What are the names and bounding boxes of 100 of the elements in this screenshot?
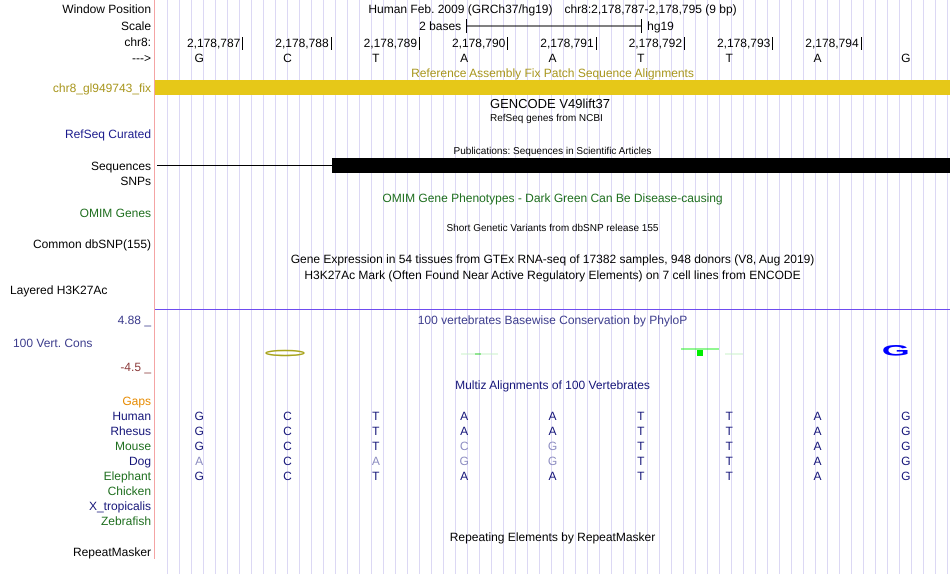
- ruler-position: 2,178,793: [716, 37, 774, 50]
- axis-min-label: -4.5 _: [120, 360, 151, 376]
- aligned-base: T: [371, 468, 380, 482]
- aligned-base: T: [371, 424, 380, 438]
- ruler-position: 2,178,792: [628, 37, 685, 50]
- track-label: Gaps: [122, 394, 151, 408]
- reference-base: C: [282, 50, 293, 64]
- aligned-base: T: [724, 468, 734, 482]
- aligned-base: G: [900, 468, 912, 482]
- aligned-base: A: [812, 424, 822, 438]
- aligned-base: G: [193, 408, 205, 422]
- scale-text: 2 bases: [419, 18, 462, 32]
- aligned-base: A: [547, 424, 558, 438]
- track-label: RefSeq Curated: [64, 126, 151, 140]
- aligned-base: T: [724, 454, 734, 468]
- track-title: OMIM Gene Phenotypes - Dark Green Can Be Disease-causing: [382, 190, 723, 204]
- aligned-base: G: [900, 454, 912, 468]
- aligned-base: C: [282, 454, 293, 468]
- axis-max-label: 4.88 _: [118, 313, 151, 327]
- aligned-base: A: [194, 454, 204, 468]
- aligned-base: G: [900, 438, 912, 452]
- reference-base: A: [459, 50, 470, 64]
- track-title: Repeating Elements by RepeatMasker: [450, 530, 656, 544]
- aligned-base: A: [812, 408, 822, 422]
- species-label: Dog: [128, 454, 151, 468]
- track-title: Short Genetic Variants from dbSNP release 155: [446, 222, 658, 234]
- reference-base: T: [636, 50, 646, 64]
- row-label: Window Position: [62, 2, 151, 16]
- sequence-logo-letter: G: [882, 345, 910, 357]
- aligned-base: A: [812, 438, 822, 452]
- species-label: Rhesus: [110, 424, 151, 438]
- track-title: Reference Assembly Fix Patch Sequence Alignments: [411, 66, 694, 80]
- aligned-base: T: [724, 408, 734, 422]
- reference-base: T: [724, 50, 734, 64]
- aligned-base: G: [193, 468, 205, 482]
- aligned-base: T: [636, 424, 646, 438]
- track-label: chr8_gl949743_fix: [52, 80, 151, 94]
- track-title: GENCODE V49lift37: [490, 96, 610, 111]
- aligned-base: G: [546, 438, 558, 452]
- reference-base: A: [812, 50, 822, 64]
- aligned-base: T: [371, 438, 380, 452]
- reference-base: A: [547, 50, 558, 64]
- scale-assembly: hg19: [647, 18, 674, 32]
- species-label: Chicken: [108, 484, 151, 498]
- track-label: RepeatMasker: [72, 545, 151, 559]
- aligned-base: G: [193, 424, 205, 438]
- track-label: OMIM Genes: [80, 206, 151, 220]
- species-label: Elephant: [104, 468, 151, 482]
- species-label: Zebrafish: [100, 514, 151, 528]
- species-label: X_tropicalis: [88, 498, 151, 512]
- track-title: 100 vertebrates Basewise Conservation by PhyloP: [418, 313, 688, 327]
- track-label: Sequences: [90, 158, 151, 172]
- reference-base: G: [193, 50, 205, 64]
- aligned-base: A: [459, 424, 470, 438]
- ruler-position: 2,178,791: [540, 37, 597, 50]
- species-label: Mouse: [114, 438, 151, 452]
- track-title: Gene Expression in 54 tissues from GTEx RNA-seq of 17382 samples, 948 donors (V8, Aug 2019): [290, 252, 814, 266]
- aligned-base: T: [636, 468, 646, 482]
- ruler-position: 2,178,788: [275, 37, 332, 50]
- track-title: Multiz Alignments of 100 Vertebrates: [455, 378, 650, 392]
- aligned-base: T: [636, 438, 646, 452]
- row-label: Scale: [120, 18, 151, 32]
- aligned-base: T: [724, 438, 734, 452]
- track-label: 100 Vert. Cons: [12, 335, 94, 350]
- aligned-base: A: [459, 408, 470, 422]
- aligned-base: T: [724, 424, 734, 438]
- track-title: H3K27Ac Mark (Often Found Near Active Regulatory Elements) on 7 cell lines from ENCODE: [304, 268, 801, 282]
- track-label: Common dbSNP(155): [32, 237, 151, 251]
- species-label: Human: [112, 408, 151, 422]
- aligned-base: C: [282, 468, 293, 482]
- reference-base: T: [371, 50, 380, 64]
- aligned-base: G: [546, 454, 558, 468]
- aligned-base: T: [371, 408, 380, 422]
- ruler-position: 2,178,794: [805, 37, 862, 50]
- ruler-position: 2,178,787: [186, 37, 244, 50]
- aligned-base: C: [282, 424, 293, 438]
- aligned-base: G: [193, 438, 205, 452]
- aligned-base: A: [812, 468, 822, 482]
- aligned-base: A: [547, 408, 558, 422]
- track-title: Publications: Sequences in Scientific Articles: [454, 146, 652, 158]
- track-label: Layered H3K27Ac: [9, 282, 108, 296]
- position-text: chr8:2,178,787-2,178,795 (9 bp): [564, 2, 737, 16]
- aligned-base: C: [282, 438, 293, 452]
- aligned-base: C: [458, 438, 470, 452]
- ruler-position: 2,178,790: [452, 37, 508, 50]
- reference-base: G: [900, 50, 912, 64]
- ruler-position: 2,178,789: [364, 37, 420, 50]
- aligned-base: T: [636, 408, 646, 422]
- assembly-title: Human Feb. 2009 (GRCh37/hg19): [368, 2, 552, 16]
- track-label: SNPs: [120, 174, 151, 188]
- aligned-base: T: [636, 454, 646, 468]
- track-subtitle: RefSeq genes from NCBI: [490, 113, 603, 125]
- aligned-base: G: [900, 424, 912, 438]
- aligned-base: G: [458, 454, 470, 468]
- row-label: --->: [132, 50, 151, 64]
- aligned-base: A: [459, 468, 470, 482]
- row-label: chr8:: [124, 35, 151, 49]
- aligned-base: G: [900, 408, 912, 422]
- aligned-base: C: [282, 408, 293, 422]
- aligned-base: A: [547, 468, 558, 482]
